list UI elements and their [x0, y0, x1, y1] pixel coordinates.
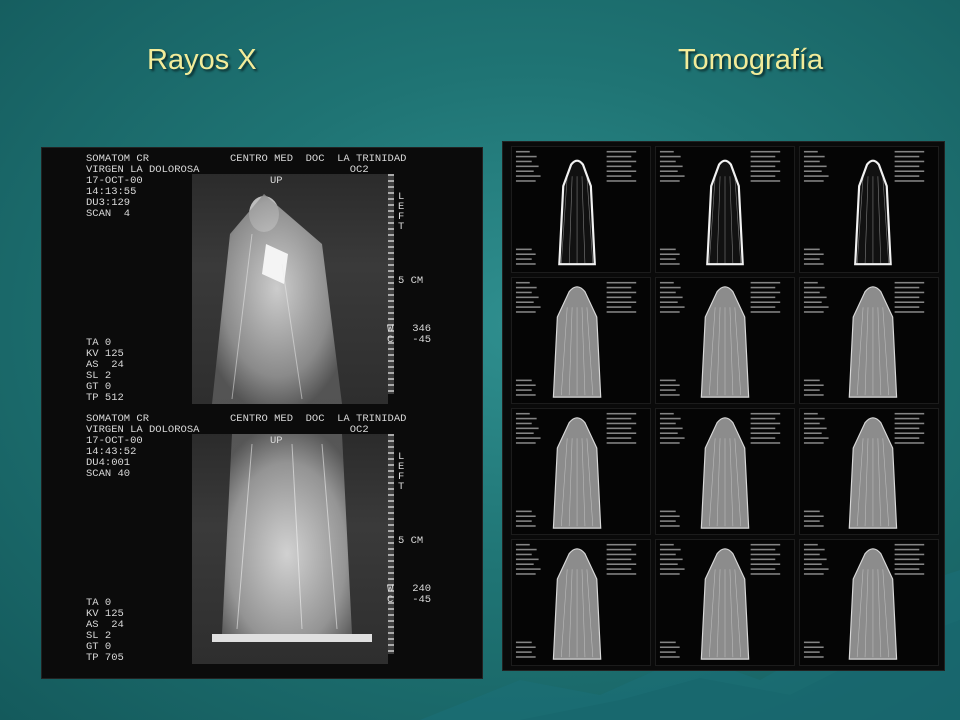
- xray-window-center: W 240 C -45: [387, 583, 432, 606]
- xray-panel-bottom: SOMATOM CR VIRGEN LA DOLOROSA 17-OCT-00 …: [42, 408, 482, 668]
- ct-image: [655, 539, 795, 666]
- xray-statue-image: [192, 174, 388, 404]
- ct-image: [799, 408, 939, 535]
- ct-image: [511, 277, 651, 404]
- ct-image: [511, 539, 651, 666]
- ct-image: [511, 146, 651, 273]
- xray-header-left: SOMATOM CR VIRGEN LA DOLOROSA 17-OCT-00 …: [86, 413, 200, 480]
- xray-ruler: [388, 434, 394, 654]
- xray-window-center: W 346 C -45: [387, 323, 432, 346]
- xray-statue-image: [192, 434, 388, 664]
- xray-tech-params: TA 0 KV 125 AS 24 SL 2 GT 0 TP 705: [86, 597, 124, 664]
- xray-panel-top: SOMATOM CR VIRGEN LA DOLOROSA 17-OCT-00 …: [42, 148, 482, 408]
- ct-image: [799, 277, 939, 404]
- tomography-grid: [511, 146, 939, 666]
- ct-image: [655, 408, 795, 535]
- ct-image: [655, 277, 795, 404]
- xray-ruler: [388, 174, 394, 394]
- ct-image: [511, 408, 651, 535]
- xray-tech-params: TA 0 KV 125 AS 24 SL 2 GT 0 TP 512: [86, 337, 124, 404]
- xray-scale-label: 5 CM: [398, 275, 424, 287]
- xray-orient-label: UP: [270, 175, 283, 187]
- ct-image: [799, 146, 939, 273]
- xray-scale-label: 5 CM: [398, 535, 424, 547]
- tomography-film: [502, 141, 945, 671]
- title-tomography: Tomografía: [678, 44, 824, 76]
- ct-image: [655, 146, 795, 273]
- xray-header-left: SOMATOM CR VIRGEN LA DOLOROSA 17-OCT-00 …: [86, 153, 200, 220]
- xray-direction-label: LEFT: [398, 191, 405, 233]
- xray-direction-label: LEFT: [398, 451, 405, 493]
- xray-orient-label: UP: [270, 435, 283, 447]
- title-xray: Rayos X: [147, 44, 257, 76]
- xray-film: SOMATOM CR VIRGEN LA DOLOROSA 17-OCT-00 …: [41, 147, 483, 679]
- ct-image: [799, 539, 939, 666]
